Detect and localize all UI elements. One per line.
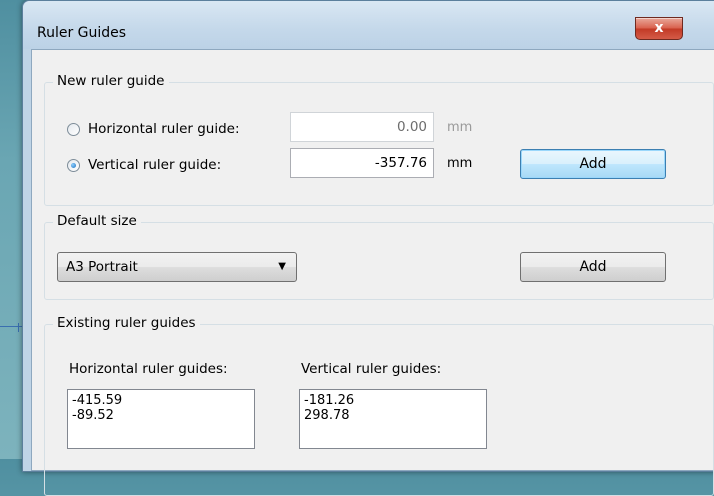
backdrop-ruler-tick: [18, 323, 19, 332]
existing-ruler-guides-group: Existing ruler guides Horizontal ruler g…: [44, 315, 714, 496]
list-item[interactable]: -415.59: [72, 393, 250, 408]
new-ruler-guide-legend: New ruler guide: [53, 73, 169, 89]
close-icon: x: [654, 20, 664, 36]
list-item[interactable]: 298.78: [304, 408, 482, 423]
horizontal-guide-input[interactable]: 0.00: [290, 112, 434, 142]
add-ruler-guide-button[interactable]: Add: [520, 149, 666, 179]
vertical-guide-radio[interactable]: [67, 158, 80, 172]
chevron-down-icon: ▼: [278, 261, 286, 272]
new-ruler-guide-group: New ruler guide Horizontal ruler guide: …: [44, 73, 714, 206]
vertical-guide-input[interactable]: -357.76: [290, 148, 434, 178]
horizontal-guides-list-label: Horizontal ruler guides:: [69, 361, 228, 377]
list-item[interactable]: -181.26: [304, 393, 482, 408]
vertical-guides-list[interactable]: -181.26 298.78: [299, 389, 487, 449]
horizontal-guide-option[interactable]: Horizontal ruler guide:: [67, 121, 240, 137]
add-default-size-button[interactable]: Add: [520, 252, 666, 282]
list-item[interactable]: -89.52: [72, 408, 250, 423]
existing-ruler-guides-legend: Existing ruler guides: [53, 315, 200, 331]
dialog-client-area: New ruler guide Horizontal ruler guide: …: [31, 49, 714, 496]
title-bar[interactable]: Ruler Guides x: [23, 1, 714, 49]
default-size-dropdown[interactable]: A3 Portrait ▼: [57, 252, 297, 282]
vertical-guide-label: Vertical ruler guide:: [88, 157, 222, 173]
default-size-group: Default size A3 Portrait ▼ Add: [44, 213, 714, 300]
horizontal-guide-radio[interactable]: [67, 122, 80, 136]
vertical-guide-option[interactable]: Vertical ruler guide:: [67, 157, 221, 173]
horizontal-guides-list[interactable]: -415.59 -89.52: [67, 389, 255, 449]
dialog-title: Ruler Guides: [37, 25, 127, 41]
horizontal-guide-unit: mm: [447, 120, 473, 135]
ruler-guides-dialog: Ruler Guides x New ruler guide Horizonta…: [22, 0, 714, 496]
horizontal-guide-label: Horizontal ruler guide:: [88, 121, 240, 137]
vertical-guide-unit: mm: [447, 156, 473, 171]
default-size-legend: Default size: [53, 213, 141, 229]
vertical-guides-list-label: Vertical ruler guides:: [301, 361, 442, 377]
close-button[interactable]: x: [635, 17, 683, 40]
default-size-value: A3 Portrait: [66, 259, 138, 275]
